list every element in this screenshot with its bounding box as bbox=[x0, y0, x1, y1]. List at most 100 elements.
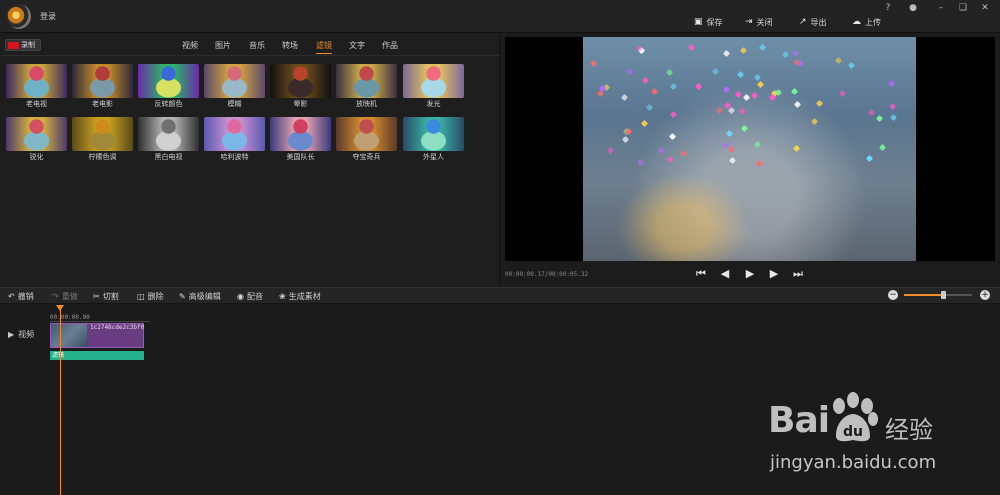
sparkle-decoration bbox=[875, 114, 884, 123]
tab-video[interactable]: 视频 bbox=[182, 40, 198, 54]
sparkle-decoration bbox=[650, 87, 659, 96]
sparkle-decoration bbox=[665, 68, 674, 77]
sparkle-decoration bbox=[606, 146, 615, 155]
delete-button[interactable]: ◫ 删除 bbox=[137, 290, 164, 302]
sparkle-decoration bbox=[755, 159, 764, 168]
help-button[interactable]: ? bbox=[881, 2, 895, 14]
tab-transition[interactable]: 转场 bbox=[282, 40, 298, 54]
scissors-icon: ✂ bbox=[93, 291, 100, 301]
svg-text:du: du bbox=[843, 424, 863, 440]
filter-thumbnail[interactable] bbox=[336, 64, 397, 98]
sparkle-decoration bbox=[728, 156, 737, 165]
sparkle-decoration bbox=[725, 129, 734, 138]
skip-start-icon[interactable]: ⏮ bbox=[694, 267, 708, 281]
upload-button[interactable]: ☁ 上传 bbox=[852, 15, 881, 29]
minimize-icon[interactable]: – bbox=[934, 2, 948, 14]
sparkle-decoration bbox=[740, 124, 749, 133]
filter-thumbnail[interactable] bbox=[138, 117, 199, 151]
tab-works[interactable]: 作品 bbox=[382, 40, 398, 54]
trash-icon: ◫ bbox=[137, 291, 145, 301]
sparkle-decoration bbox=[739, 46, 748, 55]
sparkle-decoration bbox=[669, 82, 678, 91]
film-reel-icon: ❀ bbox=[279, 291, 286, 301]
close-button[interactable]: ⇥ 关闭 bbox=[745, 15, 773, 29]
upload-label: 上传 bbox=[865, 17, 881, 27]
sparkle-decoration bbox=[694, 82, 703, 91]
redo-label: 重做 bbox=[61, 291, 78, 301]
filter-label: 夺宝奇兵 bbox=[352, 153, 381, 161]
zoom-out-icon[interactable]: − bbox=[888, 290, 898, 300]
restore-icon[interactable]: ❏ bbox=[956, 2, 970, 14]
undo-icon: ↶ bbox=[8, 291, 15, 301]
sparkle-decoration bbox=[838, 89, 847, 98]
tab-filter[interactable]: 滤镜 bbox=[316, 40, 332, 54]
record-button[interactable]: 录制 bbox=[5, 39, 41, 51]
filter-thumbnail[interactable] bbox=[204, 64, 265, 98]
filter-label: 柠檬色调 bbox=[88, 153, 117, 161]
filter-thumbnail[interactable] bbox=[403, 117, 464, 151]
close-window-icon[interactable]: ✕ bbox=[978, 2, 992, 14]
dub-button[interactable]: ◉ 配音 bbox=[237, 290, 263, 302]
zoom-in-icon[interactable]: + bbox=[980, 290, 990, 300]
play-icon[interactable]: ▶ bbox=[743, 267, 757, 281]
filter-thumbnail[interactable] bbox=[138, 64, 199, 98]
export-label: 导出 bbox=[810, 17, 827, 27]
sparkle-decoration bbox=[834, 56, 843, 65]
undo-button[interactable]: ↶ 撤销 bbox=[8, 290, 34, 302]
undo-label: 撤销 bbox=[17, 291, 34, 301]
redo-button[interactable]: ↷ 重做 bbox=[52, 290, 78, 302]
sparkle-decoration bbox=[734, 90, 743, 99]
sparkle-decoration bbox=[736, 70, 745, 79]
video-track-header[interactable]: ▶ 视频 bbox=[8, 329, 34, 340]
filter-label: 哈利波特 bbox=[220, 153, 249, 161]
filter-thumbnail[interactable] bbox=[6, 117, 67, 151]
sparkle-decoration bbox=[888, 102, 897, 111]
filter-thumbnail[interactable] bbox=[336, 117, 397, 151]
play-track-icon[interactable]: ▶ bbox=[8, 330, 14, 339]
filter-thumbnail[interactable] bbox=[204, 117, 265, 151]
video-frame[interactable] bbox=[583, 37, 916, 261]
sparkle-decoration bbox=[715, 106, 724, 115]
generate-button[interactable]: ❀ 生成素材 bbox=[279, 290, 321, 302]
save-button[interactable]: ▣ 保存 bbox=[694, 15, 723, 29]
sparkle-decoration bbox=[666, 155, 675, 164]
step-forward-icon[interactable]: ▶ bbox=[767, 267, 781, 281]
playhead-marker-icon[interactable] bbox=[56, 305, 64, 311]
sparkle-decoration bbox=[810, 117, 819, 126]
filter-thumbnail[interactable] bbox=[6, 64, 67, 98]
watermark-brand: Bai bbox=[768, 400, 830, 441]
record-icon bbox=[8, 41, 19, 49]
pencil-icon: ✎ bbox=[179, 291, 186, 301]
cut-button[interactable]: ✂ 切割 bbox=[93, 290, 119, 302]
advanced-edit-label: 高级编辑 bbox=[188, 291, 221, 301]
playhead-line[interactable] bbox=[60, 306, 61, 495]
login-link[interactable]: 登录 bbox=[40, 11, 56, 22]
sparkle-decoration bbox=[621, 135, 630, 144]
export-button[interactable]: ↗ 导出 bbox=[799, 15, 827, 29]
export-icon: ↗ bbox=[799, 17, 807, 27]
filter-label: 放映机 bbox=[356, 100, 377, 108]
sparkle-decoration bbox=[889, 113, 898, 122]
sparkle-decoration bbox=[847, 61, 856, 70]
bell-icon[interactable]: ● bbox=[906, 2, 920, 14]
filter-thumbnail[interactable] bbox=[72, 64, 133, 98]
advanced-edit-button[interactable]: ✎ 高级编辑 bbox=[179, 290, 221, 302]
tab-text[interactable]: 文字 bbox=[349, 40, 365, 54]
step-back-icon[interactable]: ◀​ bbox=[718, 267, 732, 281]
filter-thumbnail[interactable] bbox=[270, 64, 331, 98]
tab-music[interactable]: 音乐 bbox=[249, 40, 265, 54]
tab-image[interactable]: 图片 bbox=[215, 40, 231, 54]
filter-thumbnail[interactable] bbox=[72, 117, 133, 151]
zoom-slider-fill bbox=[904, 294, 943, 296]
video-track-label: 视频 bbox=[18, 330, 35, 339]
sparkle-decoration bbox=[679, 149, 688, 158]
sparkle-decoration bbox=[636, 158, 645, 167]
filter-track-bar[interactable] bbox=[50, 351, 144, 360]
filter-thumbnail[interactable] bbox=[270, 117, 331, 151]
sparkle-decoration bbox=[758, 43, 767, 52]
filter-thumbnail[interactable] bbox=[403, 64, 464, 98]
delete-label: 删除 bbox=[147, 291, 164, 301]
skip-end-icon[interactable]: ⏭ bbox=[791, 267, 805, 281]
filter-label: 外星人 bbox=[423, 153, 444, 161]
zoom-slider-handle[interactable] bbox=[941, 291, 946, 299]
